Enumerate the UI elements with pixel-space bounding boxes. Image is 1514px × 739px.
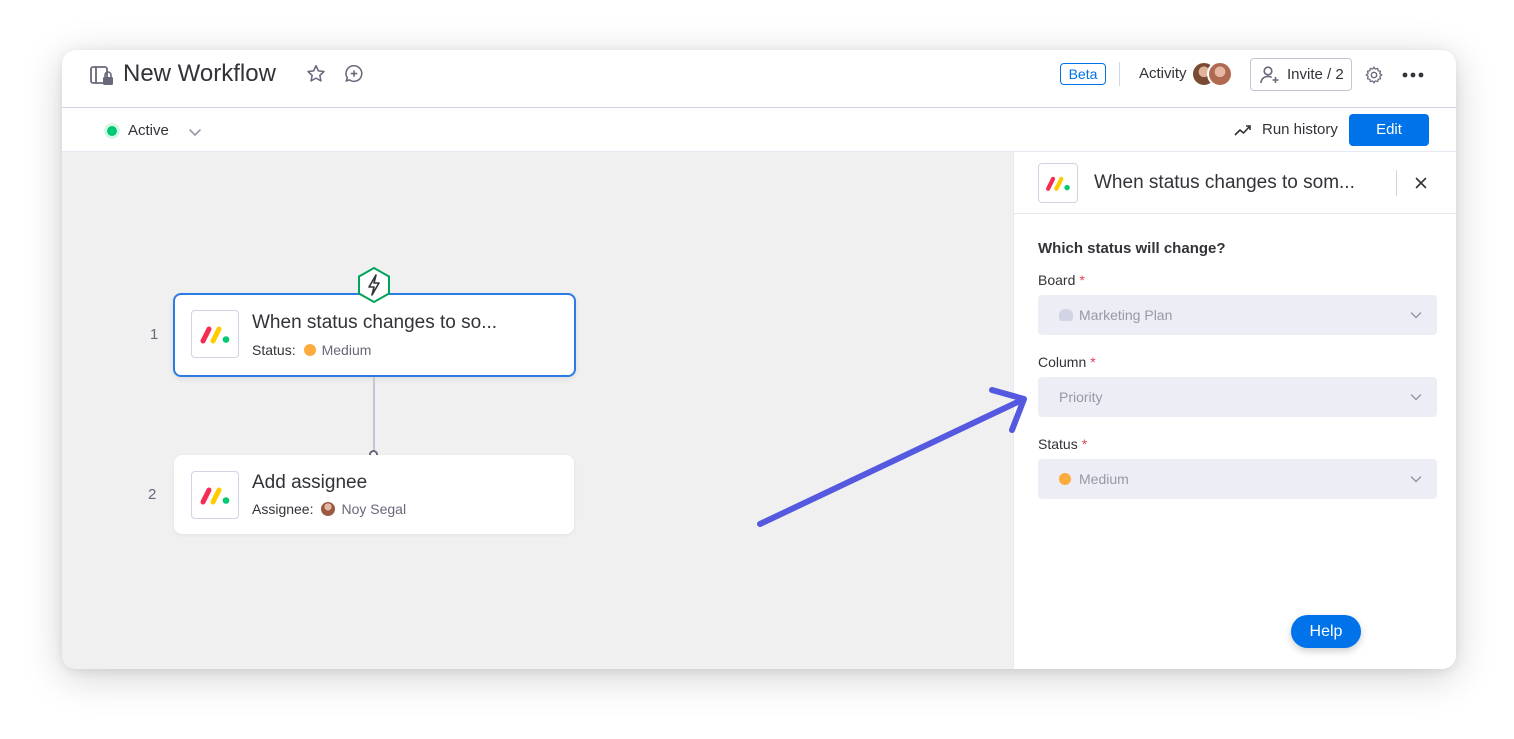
status-label[interactable]: Active bbox=[128, 122, 169, 139]
action-title: Add assignee bbox=[252, 472, 368, 493]
beta-badge: Beta bbox=[1060, 63, 1106, 85]
status-select-text: Medium bbox=[1079, 471, 1129, 487]
required-marker: * bbox=[1090, 354, 1096, 370]
app-window: New Workflow Beta Activity Invite / 2 Ac… bbox=[62, 50, 1456, 669]
action-sub-label: Assignee: bbox=[252, 501, 314, 517]
star-icon[interactable] bbox=[305, 63, 327, 85]
trend-icon bbox=[1234, 125, 1251, 136]
section-title: Which status will change? bbox=[1038, 240, 1226, 257]
chevron-down-icon bbox=[1410, 312, 1422, 319]
chevron-down-icon bbox=[1410, 394, 1422, 401]
column-field-label: Column * bbox=[1038, 354, 1096, 370]
workflow-toolbar: Active Run history Edit bbox=[62, 108, 1456, 152]
close-icon[interactable] bbox=[1413, 175, 1429, 191]
invite-label: Invite / 2 bbox=[1287, 66, 1344, 83]
action-subtitle: Assignee: Noy Segal bbox=[252, 501, 406, 517]
chevron-down-icon[interactable] bbox=[187, 124, 203, 140]
required-marker: * bbox=[1081, 436, 1088, 452]
action-sub-value: Noy Segal bbox=[341, 501, 407, 517]
run-history-link[interactable]: Run history bbox=[1262, 121, 1338, 138]
step-settings-panel: When status changes to som... Which stat… bbox=[1013, 152, 1456, 669]
board-select-text: Marketing Plan bbox=[1079, 307, 1173, 323]
gear-icon[interactable] bbox=[1364, 65, 1384, 85]
column-label-text: Column bbox=[1038, 354, 1087, 370]
invite-button[interactable]: Invite / 2 bbox=[1250, 58, 1352, 91]
trigger-subtitle: Status: Medium bbox=[252, 342, 371, 358]
edit-button[interactable]: Edit bbox=[1349, 114, 1429, 146]
header-divider bbox=[1119, 62, 1120, 86]
panel-divider bbox=[1396, 170, 1397, 196]
column-select-text: Priority bbox=[1059, 389, 1103, 405]
panel-header: When status changes to som... bbox=[1014, 152, 1456, 214]
status-select-value: Medium bbox=[1059, 471, 1129, 487]
activity-link[interactable]: Activity bbox=[1139, 65, 1187, 82]
avatar[interactable] bbox=[1207, 61, 1233, 87]
trigger-title: When status changes to so... bbox=[252, 312, 498, 333]
status-color-dot bbox=[303, 344, 316, 356]
chevron-down-icon bbox=[1410, 476, 1422, 483]
board-icon bbox=[1059, 309, 1073, 321]
action-node[interactable]: Add assignee Assignee: Noy Segal bbox=[174, 455, 574, 534]
workflow-header: New Workflow Beta Activity Invite / 2 bbox=[62, 50, 1456, 108]
help-button[interactable]: Help bbox=[1291, 615, 1361, 648]
board-field-label: Board * bbox=[1038, 272, 1085, 288]
more-options-icon[interactable] bbox=[1400, 65, 1426, 85]
lightning-icon bbox=[358, 266, 390, 304]
panel-title: When status changes to som... bbox=[1094, 172, 1355, 193]
trigger-sub-value: Medium bbox=[321, 342, 372, 358]
monday-logo-icon bbox=[191, 471, 239, 519]
avatar bbox=[321, 502, 336, 516]
step-number: 2 bbox=[148, 486, 157, 503]
board-select[interactable]: Marketing Plan bbox=[1038, 295, 1437, 335]
board-select-value: Marketing Plan bbox=[1059, 307, 1172, 323]
board-lock-icon bbox=[90, 66, 113, 85]
required-marker: * bbox=[1079, 272, 1085, 288]
status-color-dot bbox=[1059, 473, 1071, 485]
active-status-dot bbox=[107, 126, 117, 136]
monday-logo-icon bbox=[191, 310, 239, 358]
trigger-node[interactable]: When status changes to so... Status: Medi… bbox=[173, 293, 576, 377]
board-label-text: Board bbox=[1038, 272, 1076, 288]
monday-logo-icon bbox=[1038, 163, 1078, 203]
column-select[interactable]: Priority bbox=[1038, 377, 1437, 417]
add-user-icon bbox=[1260, 66, 1279, 84]
status-select[interactable]: Medium bbox=[1038, 459, 1437, 499]
page-title[interactable]: New Workflow bbox=[123, 60, 276, 88]
annotation-arrow-icon bbox=[757, 387, 1027, 527]
step-connector bbox=[373, 377, 375, 451]
trigger-sub-label: Status: bbox=[252, 342, 296, 358]
add-update-icon[interactable] bbox=[343, 63, 365, 85]
step-number: 1 bbox=[150, 326, 159, 343]
